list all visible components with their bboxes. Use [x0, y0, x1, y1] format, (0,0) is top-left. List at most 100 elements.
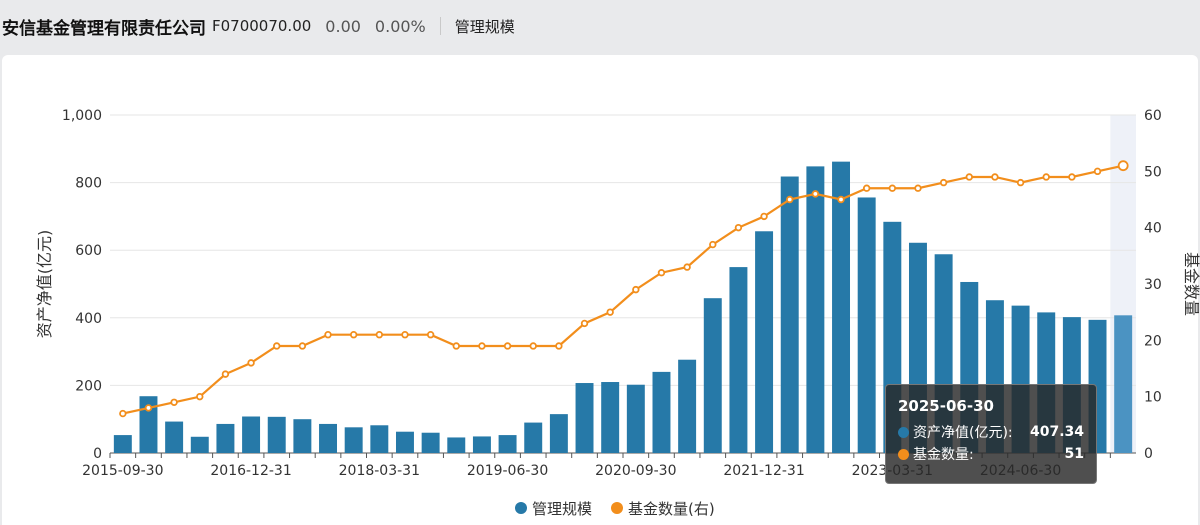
bar: [524, 422, 543, 453]
y-tick-label: 200: [75, 378, 102, 394]
legend-line-marker: [611, 502, 623, 514]
bar: [395, 431, 414, 453]
tooltip-bar-marker: [898, 426, 909, 438]
bar: [113, 435, 132, 453]
line-point: [503, 342, 512, 350]
bar: [626, 384, 645, 453]
line-point: [375, 331, 384, 339]
line-point: [401, 331, 409, 339]
left-axis: 0 200 400 600 800 1,000: [62, 108, 102, 462]
line-point: [837, 195, 845, 204]
y2-tick-label: 20: [1144, 333, 1162, 349]
bar: [703, 298, 722, 453]
bar: [549, 414, 568, 453]
bar: [421, 432, 440, 453]
line-point: [734, 223, 743, 232]
tooltip-nav-label: 资产净值(亿元):: [913, 425, 1013, 441]
y-tick-label: 400: [75, 311, 102, 327]
line-point: [1016, 178, 1025, 187]
line-point: [144, 404, 153, 412]
tooltip-row-nav: 资产净值(亿元): 407.34: [898, 421, 1084, 443]
x-tick-label: 2020-09-30: [595, 463, 676, 479]
line-point: [247, 359, 255, 367]
bar: [780, 176, 799, 454]
line-point: [170, 398, 178, 406]
bar: [190, 436, 209, 453]
line-point: [1093, 167, 1102, 176]
line-point: [324, 331, 332, 339]
x-tick-label: 2015-09-30: [82, 463, 163, 479]
right-axis: 0 10 20 30 40 50 60: [1144, 108, 1162, 462]
line-point: [298, 342, 307, 350]
x-tick-label: 2019-06-30: [467, 463, 548, 479]
line-point: [1117, 160, 1129, 172]
line-point: [478, 342, 486, 350]
y-tick-label: 1,000: [62, 108, 102, 124]
line-point: [965, 173, 973, 181]
line-point: [914, 184, 922, 192]
tooltip-date: 2025-06-30: [898, 397, 994, 415]
legend-bar-marker: [515, 502, 527, 514]
y-tick-label: 600: [75, 243, 102, 259]
line-point: [580, 319, 589, 328]
line-point: [862, 184, 871, 192]
line-point: [119, 409, 127, 418]
y2-tick-label: 50: [1144, 164, 1162, 180]
y-tick-label: 800: [75, 176, 102, 192]
line-point: [221, 370, 230, 378]
bar: [1114, 315, 1133, 453]
line-point: [273, 342, 281, 350]
y2-tick-label: 40: [1144, 221, 1162, 237]
y-tick-label: 0: [93, 446, 102, 462]
y2-tick-label: 60: [1144, 108, 1162, 124]
line-point: [452, 342, 460, 350]
line-point: [1042, 173, 1050, 181]
y2-tick-label: 30: [1144, 277, 1162, 293]
bar: [165, 421, 184, 453]
line-point: [760, 212, 768, 221]
legend-line-label[interactable]: 基金数量(右): [628, 500, 715, 518]
line-point: [426, 331, 435, 339]
legend-bar-label[interactable]: 管理规模: [532, 500, 592, 518]
line-point: [349, 331, 358, 339]
line-point: [939, 178, 948, 187]
y2-tick-label: 10: [1144, 390, 1162, 406]
line-point: [529, 342, 537, 350]
bar: [755, 231, 774, 453]
legend[interactable]: 管理规模 基金数量(右): [515, 500, 715, 518]
x-tick-label: 2021-12-31: [723, 463, 804, 479]
right-axis-label: 基金数量: [1182, 252, 1200, 316]
line-point: [657, 269, 666, 277]
line-point: [709, 240, 717, 249]
bar: [806, 166, 825, 453]
tooltip-line-marker: [898, 448, 909, 460]
line-point: [196, 392, 204, 401]
bar: [319, 423, 338, 453]
bar: [472, 436, 491, 453]
line-point: [991, 173, 999, 181]
bar: [498, 435, 517, 453]
line-point: [811, 190, 820, 198]
bar: [832, 161, 851, 454]
line-point: [632, 285, 640, 294]
bar: [729, 267, 748, 453]
line-point: [888, 184, 897, 192]
tooltip-nav-value: 407.34: [1029, 424, 1084, 440]
bar: [857, 197, 876, 453]
bar: [601, 382, 620, 453]
line-point: [786, 195, 794, 204]
tooltip-row-count: 基金数量: 51: [898, 443, 1084, 465]
x-tick-label: 2018-03-31: [339, 463, 420, 479]
tooltip-count-value: 51: [1064, 446, 1084, 462]
bar: [678, 359, 697, 453]
bar: [344, 427, 363, 453]
left-axis-label: 资产净值(亿元): [35, 230, 54, 339]
tooltip: 2025-06-30 资产净值(亿元): 407.34 基金数量: 51: [885, 384, 1097, 484]
x-tick-label: 2016-12-31: [210, 463, 291, 479]
bar: [293, 419, 312, 453]
y2-tick-label: 0: [1144, 446, 1153, 462]
bar: [652, 371, 671, 453]
bar: [447, 437, 466, 453]
line-point: [606, 308, 614, 316]
bar: [575, 383, 594, 453]
